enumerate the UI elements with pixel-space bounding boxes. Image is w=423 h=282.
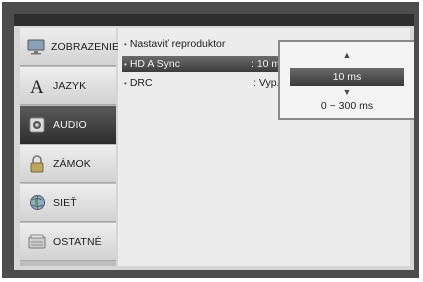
setting-row-drc[interactable]: • DRC : Vyp. <box>124 75 284 91</box>
globe-icon <box>27 193 47 213</box>
settings-screen: ZOBRAZENIE A JAZYK AUDIO ZÁMOK SIEŤ OSTA… <box>14 14 414 270</box>
sidebar-item-label: ZOBRAZENIE <box>51 40 120 53</box>
setting-row-speaker[interactable]: • Nastaviť reproduktor <box>124 36 284 52</box>
bullet-icon: • <box>124 39 127 49</box>
top-bar <box>14 14 414 26</box>
sidebar-item-jazyk[interactable]: A JAZYK <box>20 67 116 105</box>
bullet-icon: • <box>124 78 127 88</box>
settings-sidebar: ZOBRAZENIE A JAZYK AUDIO ZÁMOK SIEŤ OSTA… <box>20 28 120 266</box>
setting-value: : Vyp. <box>253 77 280 89</box>
sidebar-item-label: AUDIO <box>53 118 87 131</box>
sidebar-item-zobrazenie[interactable]: ZOBRAZENIE <box>20 28 120 66</box>
setting-label: HD A Sync <box>129 58 181 70</box>
speaker-icon <box>27 115 47 135</box>
picker-value[interactable]: 10 ms <box>290 68 404 86</box>
sidebar-item-audio[interactable]: AUDIO <box>20 106 116 144</box>
sidebar-item-ostatne[interactable]: OSTATNÉ <box>20 223 116 261</box>
sidebar-item-label: SIEŤ <box>53 196 77 209</box>
letter-a-icon: A <box>27 76 47 96</box>
value-picker-popup: ▲ 10 ms ▼ 0 ~ 300 ms <box>278 40 414 120</box>
setting-label: DRC <box>129 77 153 89</box>
sidebar-item-label: JAZYK <box>53 79 87 92</box>
sidebar-item-label: OSTATNÉ <box>53 235 102 248</box>
sidebar-item-label: ZÁMOK <box>53 157 91 170</box>
setting-row-hda-sync[interactable]: • HD A Sync : 10 m <box>122 56 290 72</box>
picker-range: 0 ~ 300 ms <box>320 100 374 112</box>
monitor-icon <box>27 37 45 57</box>
bullet-icon: • <box>124 59 127 69</box>
tv-frame: ZOBRAZENIE A JAZYK AUDIO ZÁMOK SIEŤ OSTA… <box>2 2 419 278</box>
up-arrow-icon[interactable]: ▲ <box>280 50 414 60</box>
setting-label: Nastaviť reproduktor <box>129 38 226 50</box>
down-arrow-icon[interactable]: ▼ <box>280 87 414 97</box>
lock-icon <box>27 154 47 174</box>
svg-text:A: A <box>30 77 44 95</box>
box-icon <box>27 232 47 252</box>
sidebar-item-siet[interactable]: SIEŤ <box>20 184 116 222</box>
setting-value: : 10 m <box>251 58 281 70</box>
sidebar-item-zamok[interactable]: ZÁMOK <box>20 145 116 183</box>
